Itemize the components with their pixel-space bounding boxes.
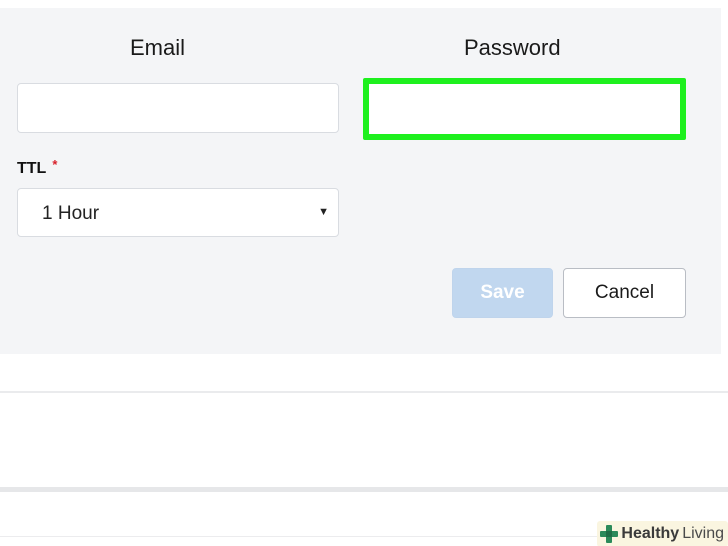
password-label: Password [464,35,561,60]
section-divider [0,391,728,393]
password-field[interactable] [363,78,686,140]
ttl-label: TTL * [17,157,58,178]
email-label: Email [130,35,186,60]
watermark: Healthy Living [597,521,728,546]
form-panel: Email Password TTL * 1 Hour ▼ Save Cancel [0,8,721,354]
cancel-button[interactable]: Cancel [563,268,686,318]
email-field[interactable] [17,83,339,133]
ttl-selected-value: 1 Hour [42,203,100,224]
ttl-label-text: TTL [17,160,47,177]
ttl-select[interactable]: 1 Hour ▼ [17,188,339,237]
save-button[interactable]: Save [452,268,553,318]
plus-cross-icon [600,525,619,543]
watermark-brand-bold: Healthy [621,525,680,542]
section-band [0,487,728,492]
required-marker: * [52,157,58,172]
dropdown-arrow-icon: ▼ [318,206,329,218]
watermark-brand-light: Living [682,525,724,542]
